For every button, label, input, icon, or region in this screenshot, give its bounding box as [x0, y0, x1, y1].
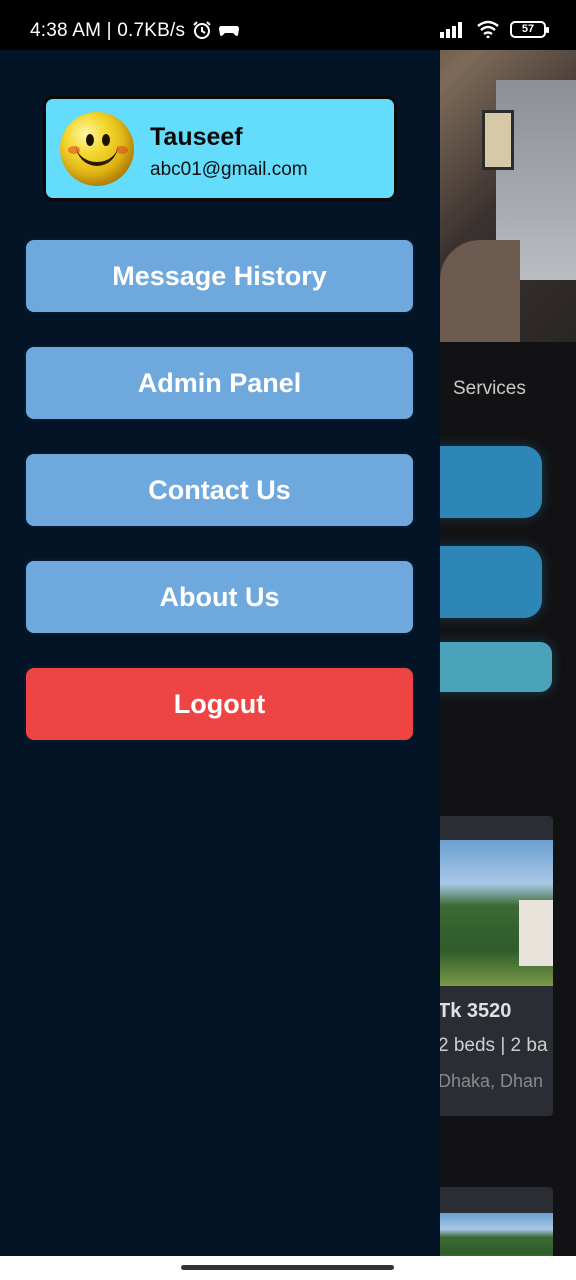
admin-panel-button[interactable]: Admin Panel: [24, 345, 415, 421]
alarm-icon: [193, 21, 211, 39]
navigation-drawer: Tauseef abc01@gmail.com Message History …: [0, 50, 440, 1256]
listing-location: Dhaka, Dhan: [438, 1071, 544, 1091]
house-shape: [519, 900, 553, 966]
listing-image: [440, 840, 553, 986]
battery-level: 57: [521, 23, 535, 35]
status-right-icons: 57: [440, 20, 549, 38]
hero-sofa: [440, 240, 520, 342]
game-controller-icon: [219, 26, 239, 36]
profile-card[interactable]: Tauseef abc01@gmail.com: [43, 96, 397, 201]
services-tab[interactable]: Services: [453, 378, 526, 400]
screen: 4:38 AM | 0.7KB/s 57 Services Tk 3520 2 …: [0, 0, 576, 1280]
avatar: [60, 112, 134, 186]
profile-name: Tauseef: [150, 123, 243, 151]
home-indicator[interactable]: [181, 1265, 394, 1270]
message-history-button[interactable]: Message History: [24, 238, 415, 314]
profile-email: abc01@gmail.com: [150, 159, 308, 180]
wifi-icon: [477, 20, 499, 38]
system-nav-bar: [0, 1256, 576, 1280]
hero-picture-frame: [482, 110, 514, 170]
listing-price: Tk 3520: [438, 1000, 512, 1022]
logout-button[interactable]: Logout: [24, 666, 415, 742]
status-left-icons: [192, 20, 240, 40]
status-bar: 4:38 AM | 0.7KB/s 57: [0, 0, 576, 50]
avatar-mouth: [76, 142, 118, 166]
contact-us-button[interactable]: Contact Us: [24, 452, 415, 528]
status-time: 4:38 AM | 0.7KB/s: [30, 20, 186, 41]
background-edge: [553, 816, 576, 1276]
battery-icon: 57: [510, 20, 549, 38]
signal-icon: [440, 22, 462, 38]
listing-beds: 2 beds | 2 ba: [438, 1035, 548, 1056]
about-us-button[interactable]: About Us: [24, 559, 415, 635]
